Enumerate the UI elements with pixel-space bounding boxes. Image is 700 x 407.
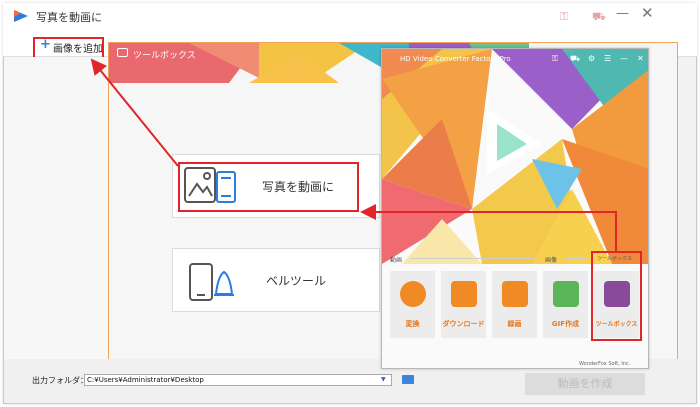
annotation-arrows (90, 58, 617, 251)
